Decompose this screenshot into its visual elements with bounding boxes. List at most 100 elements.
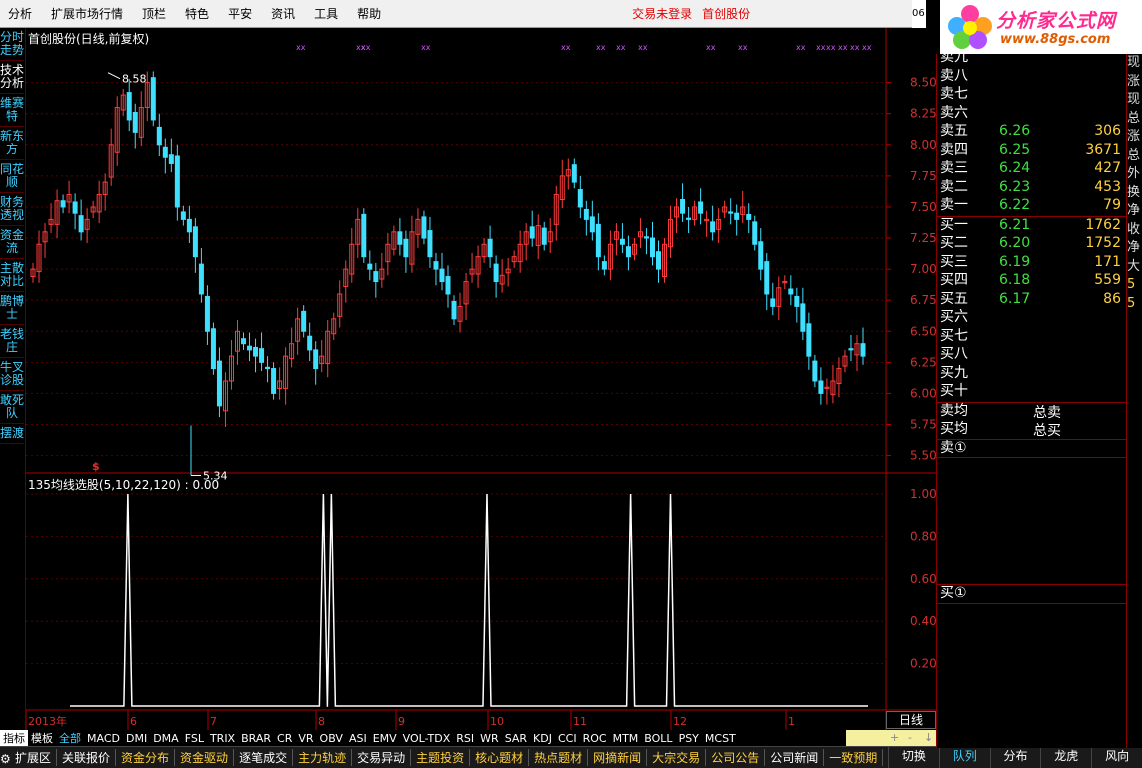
indicator-tab-mtm[interactable]: MTM	[610, 732, 642, 745]
nav-item-9[interactable]: 老钱庄	[0, 325, 24, 358]
menu-analysis[interactable]: 分析	[0, 5, 43, 22]
nav-item-8[interactable]: 鹏博士	[0, 292, 24, 325]
sell-row-5[interactable]: 卖五 6.26 306	[937, 122, 1127, 140]
menu-ext-market[interactable]: 扩展市场行情	[43, 5, 134, 22]
buy-row-6[interactable]: 买六	[937, 308, 1127, 326]
menu-help[interactable]: 帮助	[349, 5, 392, 22]
indicator-tab-asi[interactable]: ASI	[346, 732, 370, 745]
indicator-tab-cci[interactable]: CCI	[555, 732, 580, 745]
indicator-tab-emv[interactable]: EMV	[370, 732, 400, 745]
status-tab-11[interactable]: 大宗交易	[647, 749, 707, 766]
indicator-tab-roc[interactable]: ROC	[580, 732, 610, 745]
buy-row-9[interactable]: 买九	[937, 364, 1127, 382]
indicator-tab-kdj[interactable]: KDJ	[530, 732, 555, 745]
nav-item-11[interactable]: 敢死队	[0, 391, 24, 424]
nav-item-4[interactable]: 同花顺	[0, 160, 24, 193]
sell-row-9[interactable]: 卖一 6.22 79	[937, 196, 1127, 214]
indicator-tab-wr[interactable]: WR	[477, 732, 502, 745]
indicator-tab-vol-tdx[interactable]: VOL-TDX	[400, 732, 454, 745]
status-tab-13[interactable]: 公司新闻	[765, 749, 825, 766]
buy-row-2[interactable]: 买二 6.20 1752	[937, 234, 1127, 252]
buy-row-1[interactable]: 买一 6.21 1762	[937, 216, 1127, 234]
indicator-tab-rsi[interactable]: RSI	[453, 732, 477, 745]
nav-item-10[interactable]: 牛叉诊股	[0, 358, 24, 391]
status-tab-14[interactable]: 一致预期	[824, 749, 884, 766]
indicator-tab-trix[interactable]: TRIX	[207, 732, 238, 745]
total-sell: 总卖	[1033, 404, 1061, 421]
right-tab-0[interactable]: 切换	[888, 746, 939, 768]
indicator-tab-fsl[interactable]: FSL	[182, 732, 207, 745]
chart-svg[interactable]: 8.50 8.25 8.00 7.75 7.50 7.25 7.00 6.75 6.50 6.25…	[26, 28, 936, 730]
indicator-tab-模板[interactable]: 模板	[28, 730, 56, 746]
indicator-tab-指标[interactable]: 指标	[0, 730, 28, 746]
minus-mark[interactable]: -	[908, 731, 912, 744]
status-tab-12[interactable]: 公司公告	[706, 749, 766, 766]
nav-item-6[interactable]: 资金流	[0, 226, 24, 259]
nav-item-2[interactable]: 维赛特	[0, 94, 24, 127]
day-tab[interactable]: 日线	[886, 711, 936, 729]
buy-row-7[interactable]: 买七	[937, 327, 1127, 345]
menu-tools[interactable]: 工具	[306, 5, 349, 22]
nav-item-1[interactable]: 技术分析	[0, 61, 24, 94]
gear-icon[interactable]: ⚙	[0, 752, 11, 766]
indicator-tab-boll[interactable]: BOLL	[641, 732, 675, 745]
nav-item-12[interactable]: 摆渡	[0, 424, 24, 444]
indicator-tab-mcst[interactable]: MCST	[702, 732, 739, 745]
nav-item-7[interactable]: 主散对比	[0, 259, 24, 292]
sell1-queue[interactable]: 卖①	[937, 439, 1127, 457]
status-tab-10[interactable]: 网摘新闻	[588, 749, 648, 766]
status-tab-9[interactable]: 热点题材	[529, 749, 589, 766]
status-tab-6[interactable]: 交易异动	[352, 749, 412, 766]
sell-row-8[interactable]: 卖二 6.23 453	[937, 178, 1127, 196]
right-tab-4[interactable]: 风向	[1091, 746, 1142, 768]
status-tab-4[interactable]: 逐笔成交	[234, 749, 294, 766]
buy-row-5[interactable]: 买五 6.17 86	[937, 290, 1127, 308]
menu-topbar[interactable]: 顶栏	[134, 5, 177, 22]
right-tab-3[interactable]: 龙虎	[1040, 746, 1091, 768]
sell-row-1[interactable]: 卖九	[937, 48, 1127, 66]
indicator-tab-brar[interactable]: BRAR	[238, 732, 274, 745]
sell-row-2[interactable]: 卖八	[937, 67, 1127, 85]
indicator-tab-全部[interactable]: 全部	[56, 730, 84, 746]
nav-item-3[interactable]: 新东方	[0, 127, 24, 160]
right-tab-1[interactable]: 队列	[938, 746, 990, 768]
avg-buy-row[interactable]: 买均	[937, 420, 1127, 438]
right-tab-2[interactable]: 分布	[989, 746, 1041, 768]
plus-mark[interactable]: +	[890, 731, 899, 744]
buy-row-3[interactable]: 买三 6.19 171	[937, 253, 1127, 271]
indicator-tab-dmi[interactable]: DMI	[123, 732, 150, 745]
sell-row-7[interactable]: 卖三 6.24 427	[937, 159, 1127, 177]
indicator-tab-obv[interactable]: OBV	[317, 732, 346, 745]
status-tab-1[interactable]: 关联报价	[57, 749, 117, 766]
nav-item-0[interactable]: 分时走势	[0, 28, 24, 61]
candle-body	[746, 213, 752, 220]
status-tab-7[interactable]: 主题投资	[411, 749, 471, 766]
down-arrow-mark[interactable]: ↓	[924, 731, 933, 744]
indicator-tab-sar[interactable]: SAR	[502, 732, 530, 745]
indicator-tab-psy[interactable]: PSY	[676, 732, 702, 745]
avg-sell-row[interactable]: 卖均	[937, 402, 1127, 420]
nav-item-5[interactable]: 财务透视	[0, 193, 24, 226]
left-nav: 分时走势 技术分析 维赛特 新东方 同花顺 财务透视 资金流 主散对比 鹏博士 老钱庄 牛叉诊股 敢死…	[0, 28, 26, 732]
status-tab-5[interactable]: 主力轨迹	[293, 749, 353, 766]
sell-row-3[interactable]: 卖七	[937, 85, 1127, 103]
menu-news[interactable]: 资讯	[263, 5, 306, 22]
status-tab-0[interactable]: 扩展区	[10, 749, 58, 766]
status-tab-8[interactable]: 核心题材	[470, 749, 530, 766]
indicator-tab-macd[interactable]: MACD	[84, 732, 123, 745]
menu-pingan[interactable]: 平安	[220, 5, 263, 22]
buy-row-10[interactable]: 买十	[937, 382, 1127, 400]
trade-status[interactable]: 交易未登录	[632, 5, 692, 22]
buy-row-4[interactable]: 买四 6.18 559	[937, 271, 1127, 289]
indicator-tab-vr[interactable]: VR	[295, 732, 316, 745]
sell-row-4[interactable]: 卖六	[937, 104, 1127, 122]
chart-area[interactable]: 8.50 8.25 8.00 7.75 7.50 7.25 7.00 6.75 6.50 6.25…	[26, 28, 936, 730]
status-tab-3[interactable]: 资金驱动	[175, 749, 235, 766]
menu-features[interactable]: 特色	[177, 5, 220, 22]
sell-row-6[interactable]: 卖四 6.25 3671	[937, 141, 1127, 159]
indicator-tab-cr[interactable]: CR	[274, 732, 295, 745]
buy1-queue[interactable]: 买①	[937, 584, 1127, 602]
buy-row-8[interactable]: 买八	[937, 345, 1127, 363]
indicator-tab-dma[interactable]: DMA	[150, 732, 182, 745]
status-tab-2[interactable]: 资金分布	[116, 749, 176, 766]
